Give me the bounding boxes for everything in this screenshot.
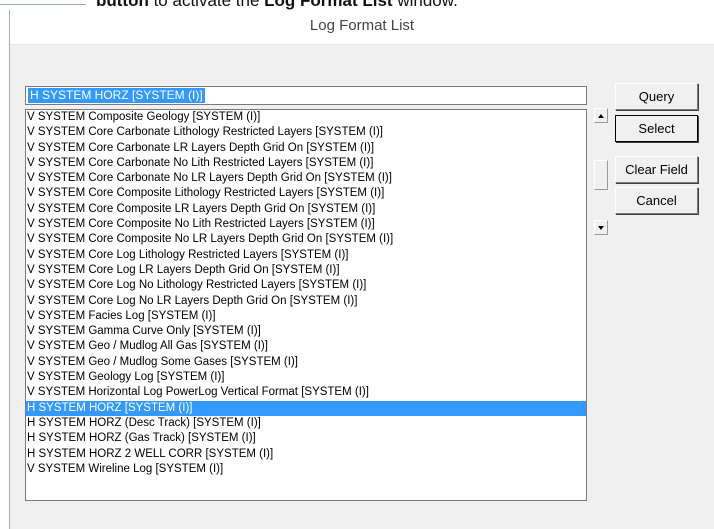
list-item[interactable]: V SYSTEM Facies Log [SYSTEM (I)]: [26, 309, 586, 324]
list-item[interactable]: H SYSTEM HORZ (Gas Track) [SYSTEM (I)]: [26, 431, 586, 446]
list-item[interactable]: V SYSTEM Composite Geology [SYSTEM (I)]: [26, 110, 586, 125]
list-item[interactable]: V SYSTEM Geology Log [SYSTEM (I)]: [26, 370, 586, 385]
clear-field-button[interactable]: Clear Field: [615, 156, 698, 183]
list-item[interactable]: V SYSTEM Geo / Mudlog All Gas [SYSTEM (I…: [26, 339, 586, 354]
list-item[interactable]: V SYSTEM Core Composite LR Layers Depth …: [26, 202, 586, 217]
list-item[interactable]: V SYSTEM Core Carbonate LR Layers Depth …: [26, 141, 586, 156]
caption-mid: to activate the: [148, 0, 265, 10]
caption-rule: [0, 4, 86, 5]
list-item[interactable]: V SYSTEM Core Log Lithology Restricted L…: [26, 248, 586, 263]
list-item[interactable]: V SYSTEM Core Composite Lithology Restri…: [26, 186, 586, 201]
select-button[interactable]: Select: [615, 115, 698, 142]
list-item[interactable]: V SYSTEM Geo / Mudlog Some Gases [SYSTEM…: [26, 355, 586, 370]
window-title: Log Format List: [309, 17, 415, 34]
caption-bold-window: Log Format List: [264, 0, 393, 10]
query-button[interactable]: Query: [615, 83, 698, 110]
list-item[interactable]: H SYSTEM HORZ [SYSTEM (I)]: [26, 400, 586, 416]
log-format-search-input[interactable]: H SYSTEM HORZ [SYSTEM (I)]: [25, 86, 587, 105]
list-item[interactable]: V SYSTEM Core Carbonate No LR Layers Dep…: [26, 171, 586, 186]
scroll-thumb[interactable]: [594, 160, 608, 190]
list-item[interactable]: V SYSTEM Core Log No LR Layers Depth Gri…: [26, 294, 586, 309]
list-item[interactable]: V SYSTEM Core Composite No Lith Restrict…: [26, 217, 586, 232]
list-item[interactable]: V SYSTEM Gamma Curve Only [SYSTEM (I)]: [26, 324, 586, 339]
list-item[interactable]: H SYSTEM HORZ 2 WELL CORR [SYSTEM (I)]: [26, 447, 586, 462]
list-item[interactable]: V SYSTEM Core Composite No LR Layers Dep…: [26, 232, 586, 247]
list-item[interactable]: V SYSTEM Horizontal Log PowerLog Vertica…: [26, 385, 586, 400]
caption-bold-button: button: [96, 0, 149, 10]
list-item[interactable]: V SYSTEM Core Carbonate No Lith Restrict…: [26, 156, 586, 171]
list-item[interactable]: H SYSTEM HORZ (Desc Track) [SYSTEM (I)]: [26, 416, 586, 431]
cancel-button[interactable]: Cancel: [615, 187, 698, 214]
down-arrow-icon: [598, 225, 604, 230]
list-item[interactable]: V SYSTEM Wireline Log [SYSTEM (I)]: [26, 462, 586, 477]
up-arrow-icon: [598, 113, 604, 118]
scroll-up-button[interactable]: [594, 108, 608, 123]
list-item[interactable]: V SYSTEM Core Log No Lithology Restricte…: [26, 278, 586, 293]
list-item[interactable]: V SYSTEM Core Carbonate Lithology Restri…: [26, 125, 586, 140]
title-bar: Log Format List: [10, 10, 714, 45]
log-format-listbox[interactable]: V SYSTEM Composite Geology [SYSTEM (I)] V…: [25, 109, 587, 501]
log-format-list-window: Log Format List H SYSTEM HORZ [SYSTEM (I…: [9, 10, 714, 529]
list-item[interactable]: V SYSTEM Core Log LR Layers Depth Grid O…: [26, 263, 586, 278]
scroll-down-button[interactable]: [594, 220, 608, 235]
search-input-value: H SYSTEM HORZ [SYSTEM (I)]: [28, 88, 205, 103]
caption-end: window.: [392, 0, 458, 10]
